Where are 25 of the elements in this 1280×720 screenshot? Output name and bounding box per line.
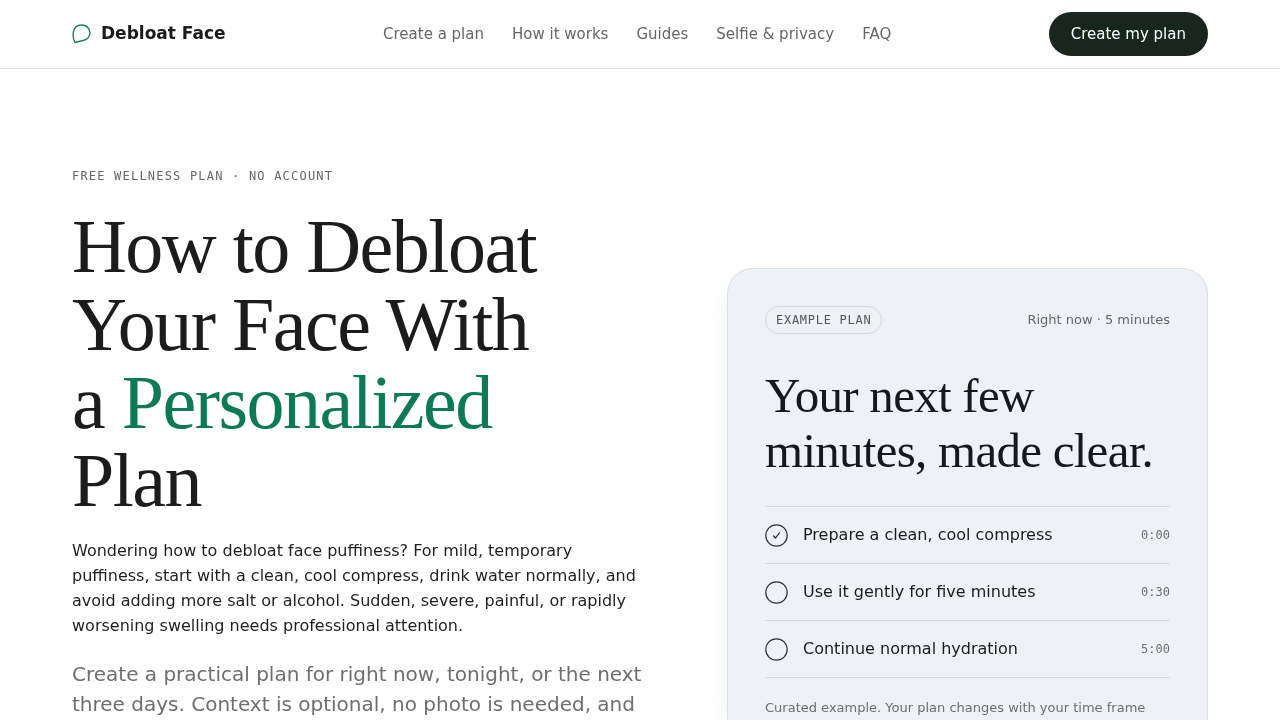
nav-link[interactable]: FAQ bbox=[862, 22, 892, 46]
nav-link[interactable]: Guides bbox=[636, 22, 689, 46]
hero-heading: How to Debloat Your Face With a Personalized Plan bbox=[72, 207, 538, 519]
empty-circle-icon[interactable] bbox=[765, 580, 788, 604]
intro-paragraph: Wondering how to debloat face puffiness? For mild, temporary puffiness, start with a clean, cool compress, drink water normally, and avoid adding more salt or alcohol. Sudden, severe, painful, or rapidly worsening swelling needs professional attention. bbox=[72, 540, 637, 637]
step-time: 5:00 bbox=[1141, 641, 1170, 658]
card-note: Curated example. Your plan changes with your time frame bbox=[765, 699, 1147, 717]
brand-name[interactable]: Debloat Face bbox=[101, 21, 226, 47]
empty-circle-icon[interactable] bbox=[765, 637, 788, 661]
plan-timeframe: Right now · 5 minutes bbox=[1027, 311, 1170, 330]
eyebrow-label: FREE WELLNESS PLAN · NO ACCOUNT bbox=[72, 169, 335, 183]
step-label: Prepare a clean, cool compress bbox=[803, 524, 1054, 546]
step-label: Continue normal hydration bbox=[803, 638, 1019, 660]
create-plan-button[interactable]: Create my plan bbox=[1048, 12, 1208, 56]
nav-link[interactable]: Create a plan bbox=[383, 22, 484, 46]
step-time: 0:30 bbox=[1141, 584, 1170, 601]
card-heading: Your next few minutes, made clear. bbox=[765, 368, 1155, 478]
leaf-logo-icon bbox=[72, 24, 91, 44]
checked-circle-icon[interactable] bbox=[765, 523, 788, 547]
nav-link[interactable]: Selfie & privacy bbox=[716, 22, 835, 46]
nav-link[interactable]: How it works bbox=[512, 22, 609, 46]
example-plan-badge: EXAMPLE PLAN bbox=[765, 306, 883, 334]
lead-paragraph: Create a practical plan for right now, tonight, or the next three days. Context is optional, no photo is needed, and bbox=[72, 661, 643, 718]
step-label: Use it gently for five minutes bbox=[803, 581, 1037, 603]
step-time: 0:00 bbox=[1141, 527, 1170, 544]
